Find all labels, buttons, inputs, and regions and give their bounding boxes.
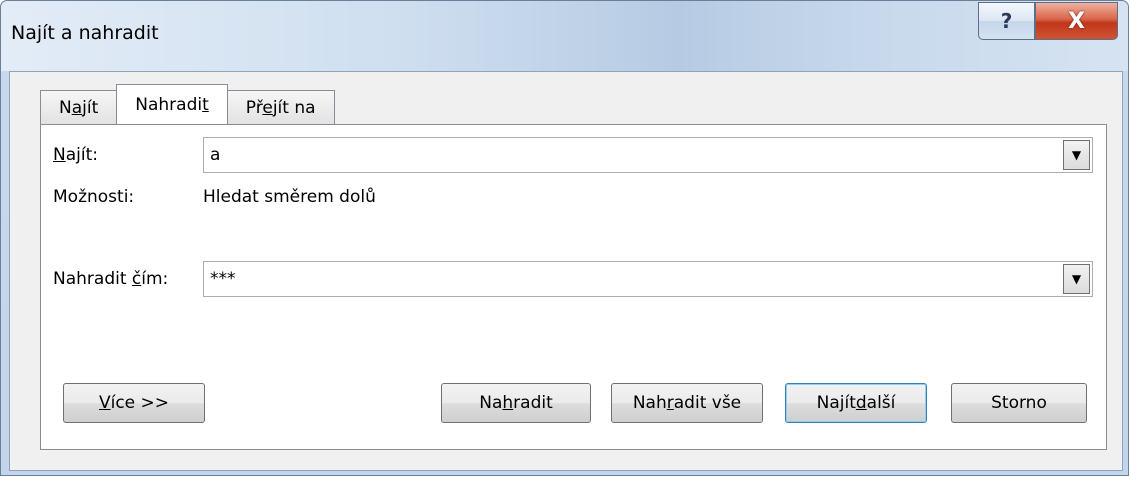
find-input[interactable]: a [210,145,220,165]
replace-dropdown-button[interactable]: ▼ [1063,264,1090,294]
replace-button[interactable]: Na h radit [441,383,591,423]
chevron-down-icon: ▼ [1071,272,1082,286]
find-dropdown-button[interactable]: ▼ [1063,140,1090,170]
tab-goto[interactable]: Přejít na [226,90,335,124]
window-title: Najít a nahradit [11,22,159,44]
cancel-button[interactable]: Storno [951,383,1087,423]
find-label: Najít: [53,145,98,165]
tab-strip: Najít Nahradit Přejít na [40,84,335,124]
options-label: Možnosti: [53,187,135,207]
find-combobox[interactable]: a ▼ [203,137,1093,173]
replace-tab-panel: Najít: a ▼ Možnosti: Hledat směrem dolů … [40,124,1107,450]
replace-label: Nahradit čím: [53,269,169,289]
help-button[interactable]: ? [978,2,1035,40]
tab-find[interactable]: Najít [40,90,118,124]
help-icon: ? [1000,9,1013,33]
replace-input[interactable]: *** [210,269,236,289]
replace-combobox[interactable]: *** ▼ [203,261,1093,297]
close-button[interactable]: X [1035,2,1118,40]
dialog-body: Najít Nahradit Přejít na Najít: a ▼ Možn… [9,71,1123,471]
find-replace-dialog: Najít a nahradit ? X Najít Nahradit Přej… [0,0,1129,476]
close-icon: X [1068,8,1085,34]
options-value: Hledat směrem dolů [203,187,376,207]
tab-replace[interactable]: Nahradit [116,84,228,124]
chevron-down-icon: ▼ [1071,148,1082,162]
more-button[interactable]: Více >> [63,383,205,423]
replace-all-button[interactable]: Nah r adit vše [611,383,763,423]
find-next-button[interactable]: Najít d alší [785,383,927,423]
title-bar: Najít a nahradit ? X [1,1,1128,71]
